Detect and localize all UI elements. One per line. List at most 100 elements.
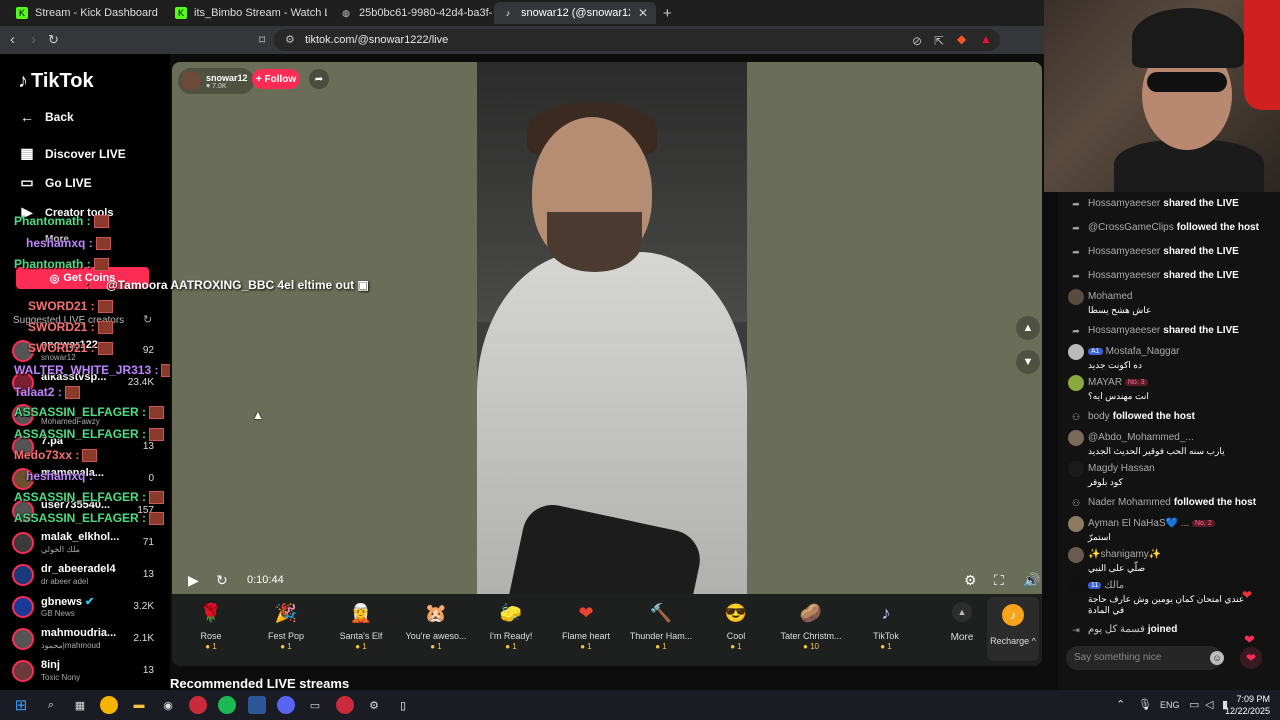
settings-icon[interactable]: ⚙ <box>964 572 977 589</box>
sunglasses-icon: 😎 <box>724 602 748 623</box>
overlay-chat-line: ASSASSIN_ELFAGER : <box>14 405 165 420</box>
emote-icon <box>93 215 109 229</box>
sidebar-go-live[interactable]: ▭ Go LIVE <box>18 174 91 191</box>
gift-im-ready[interactable]: 🧽 I'm Ready! ● 1 <box>474 598 548 660</box>
forward-icon[interactable]: › <box>31 31 36 48</box>
spotify-icon[interactable] <box>218 696 236 714</box>
reload-icon[interactable]: ↻ <box>48 32 59 48</box>
avatar <box>1068 547 1084 563</box>
chevron-up-icon[interactable]: ▲ <box>1016 316 1040 340</box>
play-icon[interactable]: ▶ <box>188 572 199 589</box>
gift-tater-christmas[interactable]: 🥔 Tater Christm... ● 10 <box>774 598 848 660</box>
close-tab-icon[interactable]: ✕ <box>630 6 648 20</box>
refresh-icon[interactable]: ↻ <box>216 572 228 589</box>
bookmark-icon[interactable]: ⌑ <box>259 33 265 47</box>
follow-button[interactable]: + Follow <box>252 69 300 89</box>
vscode-icon[interactable] <box>248 696 266 714</box>
app-red-icon[interactable] <box>189 696 207 714</box>
tab-tiktok-live[interactable]: ♪ snowar12 (@snowar1222) is LIVE ✕ <box>494 2 656 24</box>
creator-item[interactable]: gbnews ✔ GB News 3.2K <box>10 594 160 622</box>
refresh-icon[interactable]: ↻ <box>143 313 152 326</box>
chevron-down-icon[interactable]: ▼ <box>1016 350 1040 374</box>
terminal-icon[interactable]: ▭ <box>306 696 324 714</box>
url-text[interactable]: tiktok.com/@snowar1222/live <box>305 34 448 46</box>
avatar <box>12 596 34 618</box>
tray-chevron-icon[interactable]: ⌃ <box>1116 698 1125 711</box>
tab-uuid[interactable]: ◍ 25b0bc61-9980-42d4-ba3f-dbd4bd <box>332 2 492 24</box>
gift-rose[interactable]: 🌹 Rose ● 1 <box>174 598 248 660</box>
creator-item[interactable]: 8inj Toxic Nony 13 <box>10 658 160 686</box>
overlay-chat-line: heshamxq : <box>26 469 93 483</box>
overlay-chat-line: Phantomath : <box>14 214 109 229</box>
microphone-icon[interactable]: 🎙 <box>1138 698 1152 711</box>
like-heart-button[interactable]: ❤ <box>1240 647 1262 669</box>
file-explorer-icon[interactable]: ▬ <box>130 696 148 714</box>
fullscreen-icon[interactable]: ⛶ <box>994 572 1004 589</box>
task-view-icon[interactable]: ▦ <box>71 696 89 714</box>
share-icon: ➦ <box>1072 270 1080 281</box>
overlay-message: @Tamoora AATROXING_BBC 4el eltime out ▣ <box>106 278 369 292</box>
emoji-icon[interactable]: ☺ <box>1210 651 1224 665</box>
github-icon[interactable]: ◉ <box>159 696 177 714</box>
gift-cool[interactable]: 😎 Cool ● 1 <box>699 598 773 660</box>
discord-icon[interactable] <box>277 696 295 714</box>
back-icon[interactable]: ‹ <box>10 31 15 48</box>
follow-icon: ⚇ <box>1071 411 1081 422</box>
brave-shield-icon[interactable]: ◆ <box>957 32 966 46</box>
creator-item[interactable]: malak_elkhol... ملك الخولي 71 <box>10 530 160 558</box>
language-indicator[interactable]: ENG <box>1160 700 1180 710</box>
gift-tiktok[interactable]: ♪ TikTok ● 1 <box>849 598 923 660</box>
no-track-icon[interactable]: ⊘ <box>912 34 922 48</box>
creator-item[interactable]: mahmoudria... محمود|mahmoud 2.1K <box>10 626 160 654</box>
gift-bar: 🌹 Rose ● 1 🎉 Fest Pop ● 1 🧝 Santa's Elf ● 1 🐹 Y… <box>172 594 1042 666</box>
fest-pop-icon: 🎉 <box>274 602 298 623</box>
emote-icon <box>82 449 98 463</box>
search-icon[interactable]: ⌕ <box>42 696 60 714</box>
chat-input[interactable]: Say something nice <box>1066 646 1222 670</box>
gift-thunder-hammer[interactable]: 🔨 Thunder Ham... ● 1 <box>624 598 698 660</box>
share-icon: ➦ <box>1072 198 1080 209</box>
document-icon[interactable]: ▯ <box>394 696 412 714</box>
settings-icon[interactable]: ⚙ <box>365 696 383 714</box>
more-gifts-button[interactable]: ▲ More <box>937 598 987 660</box>
network-icon[interactable]: ▭ <box>1189 698 1199 711</box>
sidebar-discover-live[interactable]: ▦ Discover LIVE <box>18 145 125 162</box>
volume-icon[interactable]: ◁ <box>1205 698 1213 711</box>
gift-santas-elf[interactable]: 🧝 Santa's Elf ● 1 <box>324 598 398 660</box>
verified-icon: ✔ <box>85 596 95 608</box>
rewards-icon[interactable]: ▲ <box>980 32 992 46</box>
tab-kick-dashboard[interactable]: K Stream - Kick Dashboard <box>8 2 166 24</box>
host-info[interactable]: snowar12 ♥ 7.0K <box>178 68 254 94</box>
share-icon[interactable]: ⇱ <box>934 34 944 48</box>
gift-youre-awesome[interactable]: 🐹 You're aweso... ● 1 <box>399 598 473 660</box>
tab-kick-stream[interactable]: K its_Bimbo Stream - Watch Live on Kic <box>167 2 327 24</box>
avatar <box>1068 430 1084 446</box>
windows-start-icon[interactable]: ⊞ <box>12 696 30 714</box>
volume-icon[interactable]: 🔊 <box>1023 572 1040 589</box>
obs-icon[interactable] <box>336 696 354 714</box>
back-arrow-icon: ← <box>20 109 34 125</box>
emote-icon <box>97 300 113 314</box>
gift-fest-pop[interactable]: 🎉 Fest Pop ● 1 <box>249 598 323 660</box>
hamster-icon: 🐹 <box>424 602 448 623</box>
tiktok-note-icon: ♪ <box>18 70 28 92</box>
site-info-icon[interactable]: ⚙ <box>285 33 295 46</box>
kick-icon: K <box>16 7 28 19</box>
new-tab-button[interactable]: + <box>663 5 672 22</box>
gift-flame-heart[interactable]: ❤ Flame heart ● 1 <box>549 598 623 660</box>
chrome-icon[interactable] <box>100 696 118 714</box>
camera-icon: ▭ <box>20 174 34 190</box>
tiktok-logo[interactable]: ♪ TikTok <box>18 70 94 93</box>
clock[interactable]: 7:09 PM 12/22/2025 <box>1225 693 1270 717</box>
avatar <box>1068 461 1084 477</box>
recharge-button[interactable]: ♪ Recharge ^ <box>987 597 1039 661</box>
overlay-chat-line: heshamxq : <box>26 236 111 251</box>
tv-icon: ▣ <box>357 278 369 292</box>
sidebar-back[interactable]: ← Back <box>18 109 74 125</box>
overlay-chat-line: Talaat2 : <box>14 385 80 400</box>
url-bar[interactable]: ⚙ tiktok.com/@snowar1222/live ⊘ ⇱ <box>274 29 1000 51</box>
share-icon[interactable]: ➦ <box>309 69 329 89</box>
join-icon: ⇥ <box>1072 624 1080 635</box>
rose-icon: 🌹 <box>199 602 223 623</box>
creator-item[interactable]: dr_abeeradel4 dr abeer adel 13 <box>10 562 160 590</box>
